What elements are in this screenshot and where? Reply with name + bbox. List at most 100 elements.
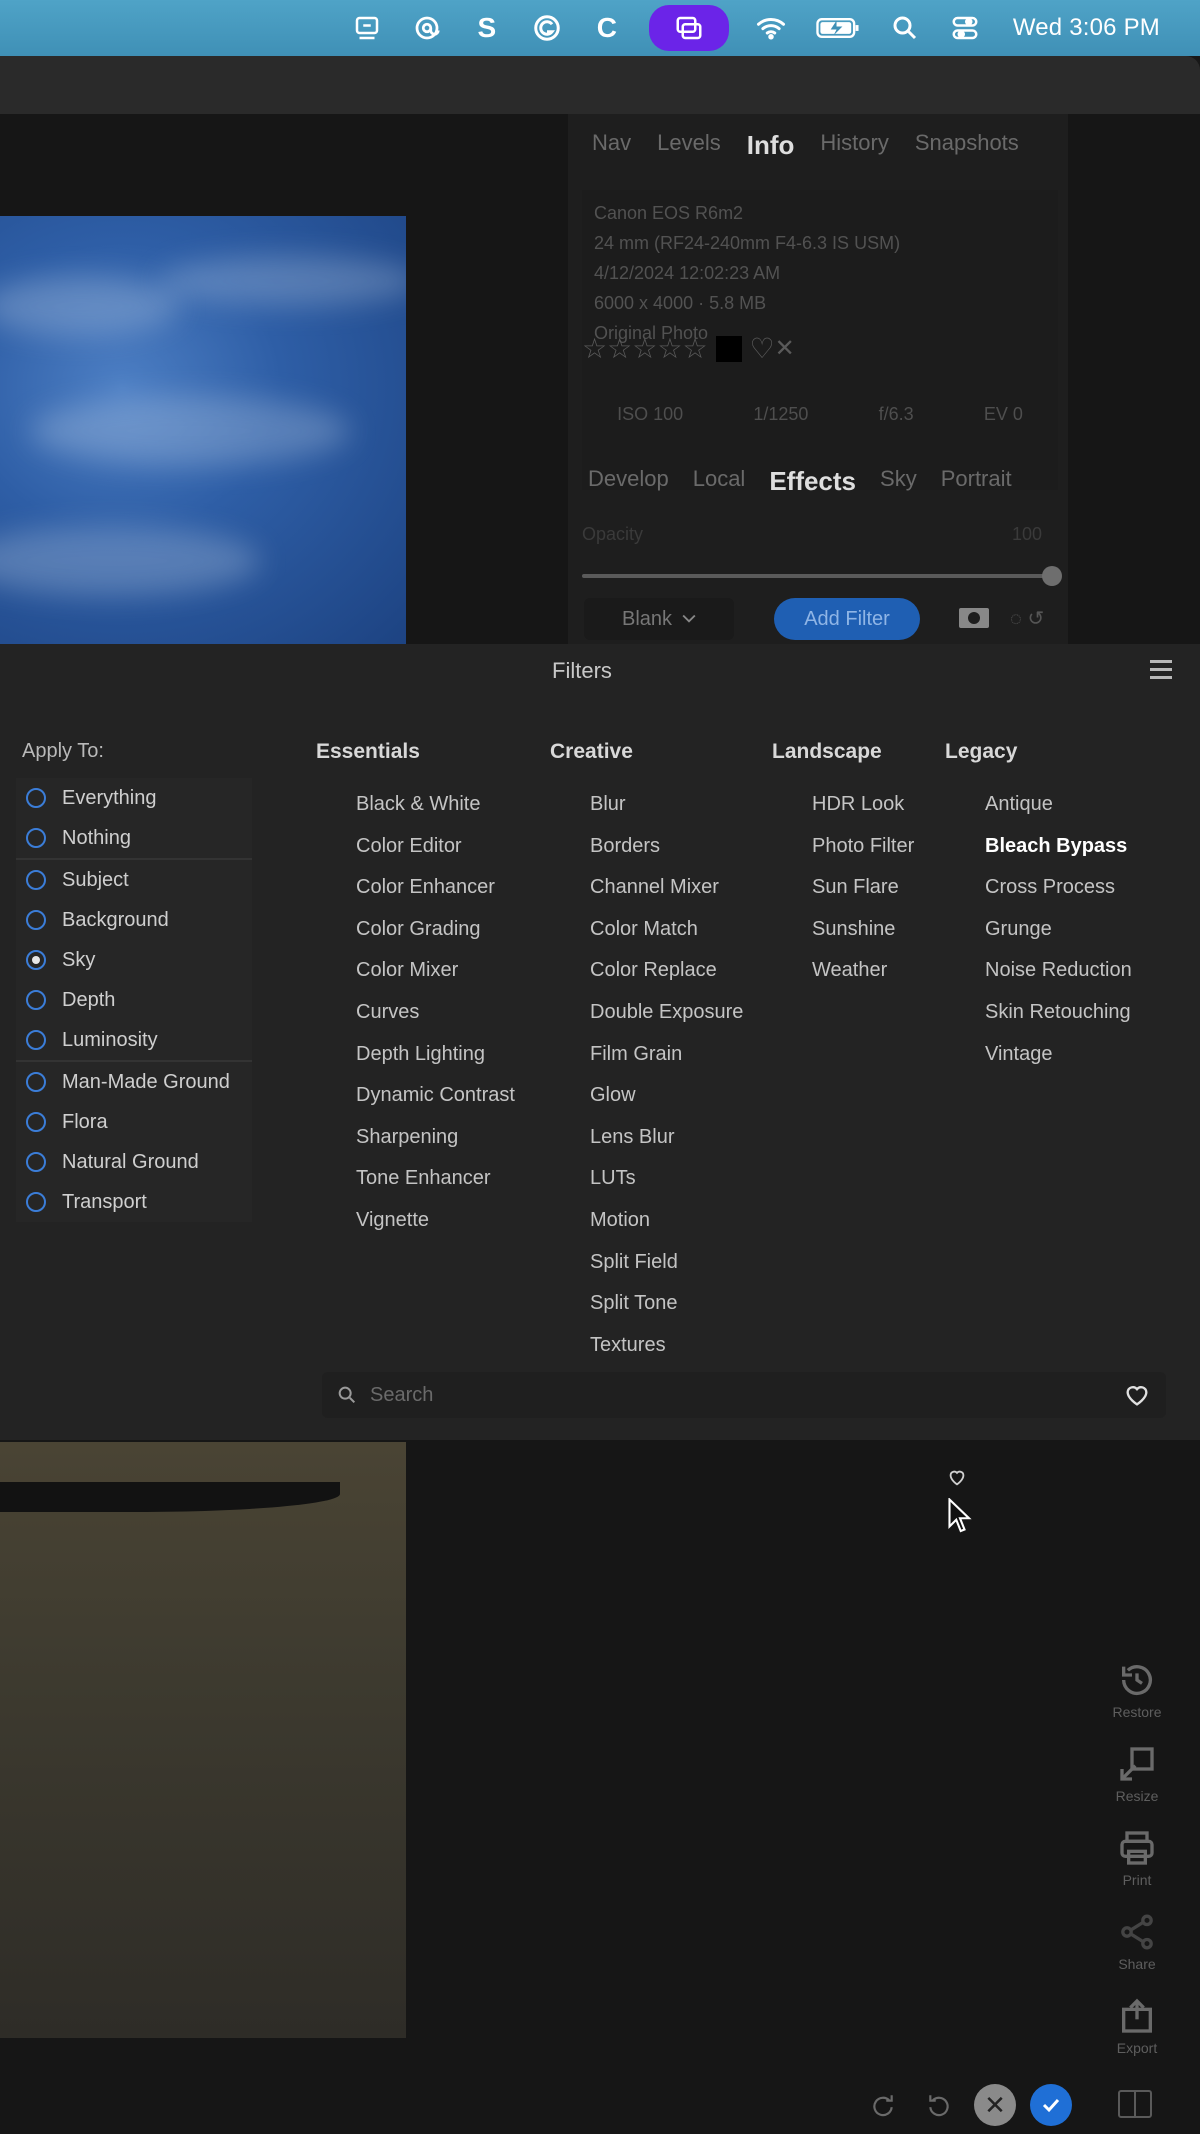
filter-item-black-and-white[interactable]: Black & White (356, 784, 515, 826)
heart-outline-icon[interactable]: ♡ (750, 332, 775, 365)
hamburger-menu-icon[interactable] (1150, 660, 1172, 680)
filter-item-sharpening[interactable]: Sharpening (356, 1117, 515, 1159)
print-tool[interactable]: Print (1100, 1828, 1174, 1888)
radio-icon[interactable] (26, 1152, 46, 1172)
apply-button[interactable] (1030, 2084, 1072, 2126)
undo-icon[interactable] (918, 2084, 960, 2126)
filter-item-curves[interactable]: Curves (356, 992, 515, 1034)
filter-search-bar[interactable] (322, 1372, 1166, 1418)
filter-item-cross-process[interactable]: Cross Process (985, 867, 1132, 909)
filter-item-blur[interactable]: Blur (590, 784, 743, 826)
radio-icon[interactable] (26, 1072, 46, 1092)
filter-item-depth-lighting[interactable]: Depth Lighting (356, 1034, 515, 1076)
filter-item-color-grading[interactable]: Color Grading (356, 909, 515, 951)
filter-item-noise-reduction[interactable]: Noise Reduction (985, 950, 1132, 992)
at-sign-icon[interactable] (409, 10, 445, 46)
apply-option-depth[interactable]: Depth (16, 980, 252, 1020)
filter-item-color-replace[interactable]: Color Replace (590, 950, 743, 992)
filter-item-skin-retouching[interactable]: Skin Retouching (985, 992, 1132, 1034)
tab-effects[interactable]: Effects (769, 466, 856, 497)
filter-item-bleach-bypass[interactable]: Bleach Bypass (985, 826, 1132, 868)
wifi-icon[interactable] (753, 10, 789, 46)
preset-dropdown[interactable]: Blank (584, 598, 734, 640)
menubar-clock[interactable]: Wed 3:06 PM (1013, 14, 1160, 42)
favorites-heart-icon[interactable] (1122, 1381, 1152, 1409)
compare-view-icon[interactable] (1118, 2090, 1152, 2118)
filter-item-borders[interactable]: Borders (590, 826, 743, 868)
redo-icon[interactable] (862, 2084, 904, 2126)
filter-item-vignette[interactable]: Vignette (356, 1200, 515, 1242)
grammarly-icon[interactable] (529, 10, 565, 46)
battery-icon[interactable] (813, 10, 863, 46)
star-icon[interactable]: ☆ (657, 332, 682, 365)
filter-item-textures[interactable]: Textures (590, 1325, 743, 1367)
filter-item-split-field[interactable]: Split Field (590, 1242, 743, 1284)
radio-icon[interactable] (26, 1192, 46, 1212)
search-input[interactable] (370, 1383, 1122, 1407)
control-center-icon[interactable] (947, 10, 983, 46)
filter-item-motion[interactable]: Motion (590, 1200, 743, 1242)
filter-item-antique[interactable]: Antique (985, 784, 1132, 826)
c-app-icon[interactable]: C (589, 10, 625, 46)
apply-option-luminosity[interactable]: Luminosity (16, 1020, 252, 1060)
color-label-swatch[interactable] (715, 335, 742, 362)
opacity-slider[interactable] (582, 566, 1062, 586)
apply-option-natural-ground[interactable]: Natural Ground (16, 1142, 252, 1182)
filter-item-photo-filter[interactable]: Photo Filter (812, 826, 914, 868)
filter-item-dynamic-contrast[interactable]: Dynamic Contrast (356, 1075, 515, 1117)
filter-item-color-editor[interactable]: Color Editor (356, 826, 515, 868)
radio-icon[interactable] (26, 870, 46, 890)
favorite-heart-icon[interactable] (946, 1466, 968, 1488)
filter-item-vintage[interactable]: Vintage (985, 1034, 1132, 1076)
radio-icon[interactable] (26, 910, 46, 930)
radio-icon[interactable] (26, 990, 46, 1010)
filter-item-film-grain[interactable]: Film Grain (590, 1034, 743, 1076)
filter-item-tone-enhancer[interactable]: Tone Enhancer (356, 1158, 515, 1200)
radio-icon[interactable] (26, 788, 46, 808)
add-filter-button[interactable]: Add Filter (774, 598, 920, 640)
cancel-button[interactable]: ✕ (974, 2084, 1016, 2126)
tab-sky[interactable]: Sky (880, 466, 917, 497)
filter-item-lens-blur[interactable]: Lens Blur (590, 1117, 743, 1159)
tab-nav[interactable]: Nav (592, 130, 631, 161)
filter-item-weather[interactable]: Weather (812, 950, 914, 992)
layer-options-icon[interactable]: ◌ ↺ (1010, 606, 1044, 631)
tab-portrait[interactable]: Portrait (941, 466, 1012, 497)
mask-icon[interactable] (958, 606, 990, 630)
apply-option-everything[interactable]: Everything (16, 778, 252, 818)
resize-tool[interactable]: Resize (1100, 1744, 1174, 1804)
tab-history[interactable]: History (820, 130, 888, 161)
share-tool[interactable]: Share (1100, 1912, 1174, 1972)
radio-icon[interactable] (26, 828, 46, 848)
star-icon[interactable]: ☆ (682, 332, 707, 365)
filter-item-luts[interactable]: LUTs (590, 1158, 743, 1200)
reject-x-icon[interactable]: ✕ (775, 334, 795, 363)
star-icon[interactable]: ☆ (607, 332, 632, 365)
s-app-icon[interactable]: S (469, 10, 505, 46)
filter-item-glow[interactable]: Glow (590, 1075, 743, 1117)
tab-levels[interactable]: Levels (657, 130, 721, 161)
apply-option-sky[interactable]: Sky (16, 940, 252, 980)
slider-thumb[interactable] (1042, 566, 1062, 586)
star-icon[interactable]: ☆ (582, 332, 607, 365)
star-icon[interactable]: ☆ (632, 332, 657, 365)
tab-local[interactable]: Local (693, 466, 746, 497)
tab-snapshots[interactable]: Snapshots (915, 130, 1019, 161)
tab-info[interactable]: Info (747, 130, 795, 161)
display-icon[interactable] (349, 10, 385, 46)
radio-icon[interactable] (26, 1030, 46, 1050)
spotlight-search-icon[interactable] (887, 10, 923, 46)
apply-option-transport[interactable]: Transport (16, 1182, 252, 1222)
apply-option-subject[interactable]: Subject (16, 860, 252, 900)
filter-item-grunge[interactable]: Grunge (985, 909, 1132, 951)
export-tool[interactable]: Export (1100, 1996, 1174, 2056)
filter-item-sunshine[interactable]: Sunshine (812, 909, 914, 951)
filter-item-color-enhancer[interactable]: Color Enhancer (356, 867, 515, 909)
filter-item-sun-flare[interactable]: Sun Flare (812, 867, 914, 909)
apply-option-background[interactable]: Background (16, 900, 252, 940)
radio-selected-icon[interactable] (26, 950, 46, 970)
filter-item-color-match[interactable]: Color Match (590, 909, 743, 951)
filter-item-color-mixer[interactable]: Color Mixer (356, 950, 515, 992)
apply-option-man-made-ground[interactable]: Man-Made Ground (16, 1062, 252, 1102)
filter-item-hdr-look[interactable]: HDR Look (812, 784, 914, 826)
